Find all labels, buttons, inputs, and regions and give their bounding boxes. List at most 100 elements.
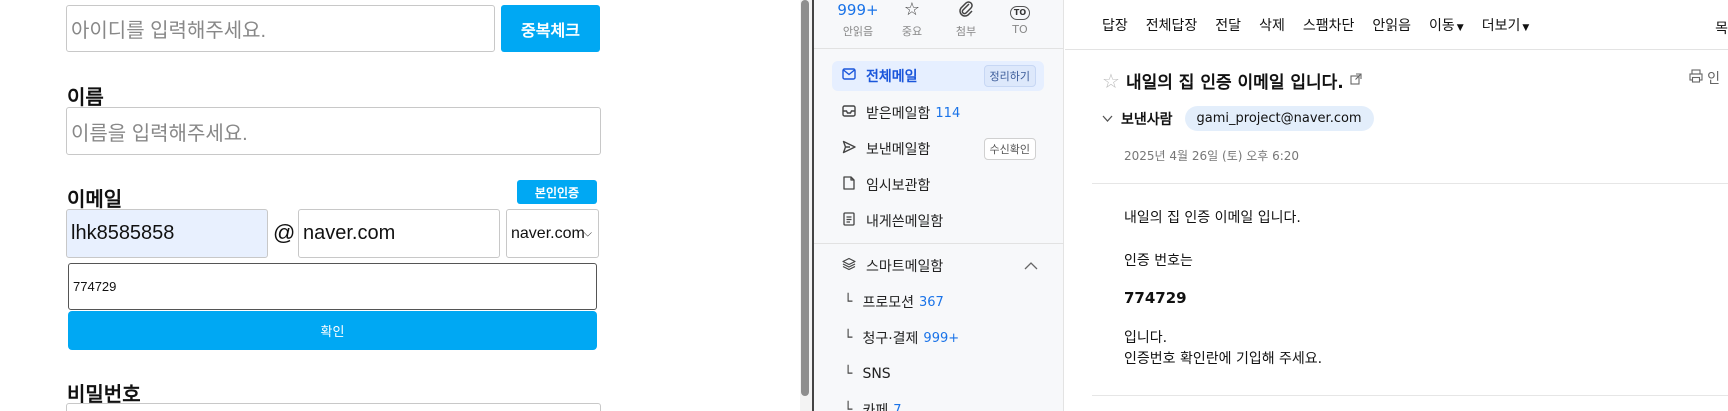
sender-email-chip[interactable]: gami_project@naver.com bbox=[1184, 106, 1374, 131]
quick-label-unread: 안읽음 bbox=[842, 25, 874, 38]
quick-filter-to[interactable]: TO TO bbox=[990, 0, 1050, 36]
mail-toolbar: 답장 전체답장 전달 삭제 스팸차단 안읽음 이동 ▼ 더보기 ▼ bbox=[1065, 0, 1728, 50]
id-placeholder: 아이디를 입력해주세요. bbox=[71, 20, 267, 42]
mail-icon bbox=[840, 68, 858, 84]
verify-identity-button[interactable]: 본인인증 bbox=[517, 180, 597, 204]
star-icon: ☆ bbox=[903, 0, 921, 20]
domain-select-value: naver.com bbox=[511, 224, 585, 242]
at-symbol: @ bbox=[273, 220, 296, 245]
sidebar-subitem-cafe[interactable]: └ 카페 7 bbox=[844, 396, 901, 411]
toolbar-overflow-text[interactable]: 목 bbox=[1715, 18, 1728, 38]
screen: 아이디를 입력해주세요. 중복체크 이름 이름을 입력해주세요. 이메일 본인인… bbox=[0, 0, 1728, 411]
sender-row: 보낸사람 gami_project@naver.com bbox=[1102, 106, 1374, 131]
delete-button[interactable]: 삭제 bbox=[1259, 15, 1285, 35]
more-label: 더보기 bbox=[1481, 17, 1521, 34]
chevron-up-icon[interactable] bbox=[1024, 259, 1038, 273]
sidebar-item-label: 전체메일 bbox=[866, 69, 918, 85]
name-label: 이름 bbox=[67, 85, 104, 109]
to-icon: TO bbox=[990, 0, 1050, 20]
email-domain-select[interactable]: naver.com ⌵ bbox=[506, 209, 599, 258]
email-domain-input[interactable]: naver.com bbox=[298, 209, 500, 258]
chevron-down-icon[interactable] bbox=[1102, 112, 1113, 125]
forward-button[interactable]: 전달 bbox=[1215, 15, 1241, 35]
body-line-3: 입니다. bbox=[1124, 330, 1168, 346]
subitem-label: 청구·결제 bbox=[862, 331, 919, 347]
subitem-count: 367 bbox=[918, 294, 944, 310]
sidebar-item-smart-mail[interactable]: 스마트메일함 bbox=[832, 251, 1044, 281]
sidebar-divider bbox=[814, 48, 1064, 49]
subitem-label: 프로모션 bbox=[862, 295, 914, 311]
mail-subject: ☆ 내일의 집 인증 이메일 입니다. bbox=[1102, 68, 1362, 93]
body-line-4: 인증번호 확인란에 기입해 주세요. bbox=[1124, 351, 1323, 367]
attachment-icon bbox=[936, 0, 996, 20]
caret-down-icon: ▼ bbox=[1456, 22, 1464, 33]
subitem-count: 999+ bbox=[923, 330, 960, 346]
quick-filter-unread[interactable]: 999+ 안읽음 bbox=[828, 0, 888, 39]
body-line-2: 인증 번호는 bbox=[1124, 253, 1193, 269]
branch-icon: └ bbox=[844, 330, 853, 346]
branch-icon: └ bbox=[844, 402, 853, 411]
move-button[interactable]: 이동 ▼ bbox=[1429, 15, 1464, 35]
spam-block-button[interactable]: 스팸차단 bbox=[1303, 15, 1355, 35]
sidebar-item-self-mail[interactable]: 내게쓴메일함 bbox=[832, 206, 1044, 236]
external-link-icon[interactable] bbox=[1350, 73, 1362, 88]
reply-button[interactable]: 답장 bbox=[1102, 15, 1128, 35]
name-placeholder: 이름을 입력해주세요. bbox=[71, 122, 248, 145]
mail-viewer: 답장 전체답장 전달 삭제 스팸차단 안읽음 이동 ▼ 더보기 ▼ 목 ☆ 내일의 … bbox=[1065, 0, 1728, 411]
sidebar-item-all-mail[interactable]: 전체메일 정리하기 bbox=[832, 61, 1044, 91]
sidebar-item-inbox[interactable]: 받은메일함 114 bbox=[832, 98, 1044, 128]
mail-sidebar: 999+ 안읽음 ☆ 중요 첨부 TO TO 전체메일 정리하기 받은메일함 1… bbox=[814, 0, 1064, 411]
inbox-count: 114 bbox=[935, 105, 961, 121]
print-icon[interactable]: 인 bbox=[1689, 68, 1720, 88]
quick-label-to: TO bbox=[1012, 23, 1028, 36]
reply-all-button[interactable]: 전체답장 bbox=[1146, 15, 1198, 35]
note-icon bbox=[840, 212, 858, 230]
body-divider bbox=[1092, 395, 1728, 396]
branch-icon: └ bbox=[844, 366, 853, 382]
star-icon[interactable]: ☆ bbox=[1102, 69, 1120, 93]
sidebar-item-sent[interactable]: 보낸메일함 수신확인 bbox=[832, 134, 1044, 164]
verification-code-input[interactable]: 774729 bbox=[68, 263, 597, 310]
sidebar-item-label: 임시보관함 bbox=[866, 178, 931, 194]
email-label: 이메일 bbox=[67, 187, 123, 211]
subitem-count: 7 bbox=[893, 402, 902, 411]
quick-filter-important[interactable]: ☆ 중요 bbox=[882, 0, 942, 39]
sender-label: 보낸사람 bbox=[1121, 111, 1173, 128]
print-label-cut: 인 bbox=[1707, 71, 1720, 87]
quick-label-attachment: 첨부 bbox=[955, 25, 977, 38]
email-local-input[interactable]: lhk8585858 bbox=[66, 209, 268, 258]
mark-unread-button[interactable]: 안읽음 bbox=[1372, 15, 1411, 35]
send-icon bbox=[840, 140, 858, 158]
chevron-down-icon: ⌵ bbox=[583, 227, 592, 239]
move-label: 이동 bbox=[1429, 17, 1455, 34]
branch-icon: └ bbox=[844, 294, 853, 310]
organize-button[interactable]: 정리하기 bbox=[983, 65, 1036, 87]
inbox-icon bbox=[840, 105, 858, 121]
sidebar-item-label: 보낸메일함 bbox=[866, 142, 931, 158]
confirm-button[interactable]: 확인 bbox=[68, 311, 597, 350]
quick-filter-attachment[interactable]: 첨부 bbox=[936, 0, 996, 39]
scrollbar-thumb[interactable] bbox=[801, 0, 809, 396]
verification-code: 774729 bbox=[1124, 289, 1187, 307]
sidebar-divider bbox=[814, 243, 1064, 244]
sidebar-item-drafts[interactable]: 임시보관함 bbox=[832, 170, 1044, 200]
verification-code-value: 774729 bbox=[73, 279, 117, 294]
duplicate-check-button[interactable]: 중복체크 bbox=[501, 5, 600, 52]
draft-icon bbox=[840, 176, 858, 194]
id-input[interactable]: 아이디를 입력해주세요. bbox=[66, 5, 495, 52]
sidebar-subitem-sns[interactable]: └ SNS bbox=[844, 360, 891, 388]
subitem-label: SNS bbox=[862, 366, 891, 382]
read-receipt-button[interactable]: 수신확인 bbox=[983, 138, 1036, 160]
signup-form: 아이디를 입력해주세요. 중복체크 이름 이름을 입력해주세요. 이메일 본인인… bbox=[0, 0, 800, 411]
password-input[interactable] bbox=[66, 403, 601, 411]
sidebar-item-label: 스마트메일함 bbox=[866, 259, 944, 275]
caret-down-icon: ▼ bbox=[1522, 22, 1530, 33]
subitem-label: 카페 bbox=[862, 403, 889, 411]
subject-text: 내일의 집 인증 이메일 입니다. bbox=[1125, 73, 1344, 93]
email-local-value: lhk8585858 bbox=[71, 222, 175, 244]
more-button[interactable]: 더보기 ▼ bbox=[1482, 15, 1530, 35]
sidebar-subitem-billing[interactable]: └ 청구·결제 999+ bbox=[844, 324, 959, 352]
layers-icon bbox=[840, 257, 858, 275]
sidebar-subitem-promotion[interactable]: └ 프로모션 367 bbox=[844, 288, 944, 316]
name-input[interactable]: 이름을 입력해주세요. bbox=[66, 107, 601, 155]
